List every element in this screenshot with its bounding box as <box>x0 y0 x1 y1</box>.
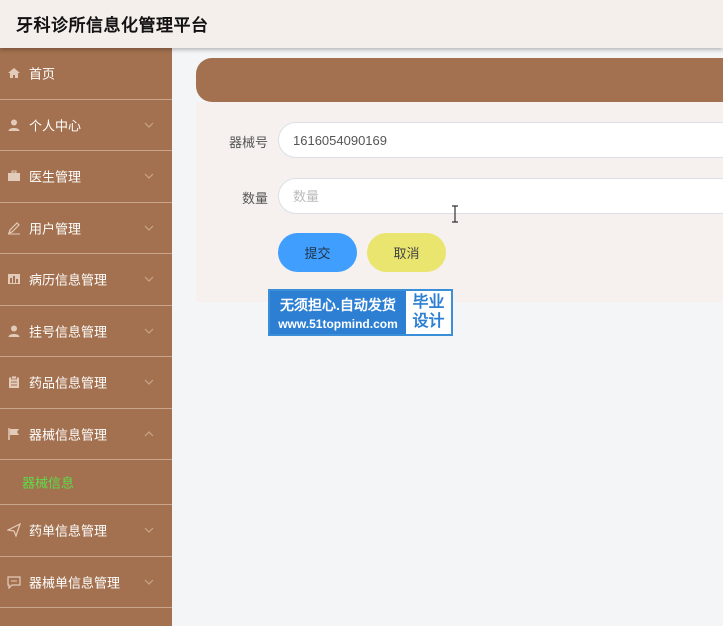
sidebar-item-label: 用户管理 <box>29 221 82 237</box>
submit-button[interactable]: 提交 <box>278 233 357 272</box>
equipment-number-label: 器械号 <box>228 135 268 150</box>
chevron-down-icon <box>144 225 154 231</box>
user-icon <box>8 325 20 337</box>
sidebar-item-personal-center[interactable]: 个人中心 <box>0 100 172 151</box>
cancel-button[interactable]: 取消 <box>367 233 446 272</box>
watermark-left: 无须担心.自动发货 www.51topmind.com <box>270 291 406 334</box>
clipboard-icon <box>9 375 19 389</box>
sidebar-item-label: 个人中心 <box>29 118 82 134</box>
sidebar-item-label: 器械信息管理 <box>29 427 108 443</box>
sidebar-item-medicine[interactable]: 药品信息管理 <box>0 357 172 409</box>
sidebar: 首页 个人中心 医生管理 用户管理 病历信息管理 挂号信息管理 药品信息管理 器… <box>0 48 172 626</box>
sidebar-item-home[interactable]: 首页 <box>0 48 172 100</box>
sidebar-item-label: 药单信息管理 <box>29 523 108 539</box>
sidebar-subitem-equipment-info[interactable]: 器械信息 <box>0 460 172 505</box>
watermark-badge: 无须担心.自动发货 www.51topmind.com 毕业 设计 <box>268 289 453 336</box>
chevron-down-icon <box>144 527 154 534</box>
chevron-down-icon <box>144 328 154 334</box>
chevron-down-icon <box>144 579 154 585</box>
text-cursor-icon <box>452 205 458 223</box>
home-icon <box>8 68 20 79</box>
sidebar-item-user-management[interactable]: 用户管理 <box>0 203 172 254</box>
chevron-down-icon <box>144 276 154 283</box>
sidebar-item-equipment[interactable]: 器械信息管理 <box>0 409 172 460</box>
briefcase-icon <box>8 170 20 182</box>
watermark-badge-line2: 设计 <box>412 313 445 330</box>
sidebar-item-label: 病历信息管理 <box>29 272 108 288</box>
chat-icon <box>7 576 21 589</box>
sidebar-item-registration[interactable]: 挂号信息管理 <box>0 306 172 357</box>
flag-icon <box>8 427 19 440</box>
watermark-badge-line1: 毕业 <box>412 294 445 311</box>
watermark-url: www.51topmind.com <box>278 317 398 331</box>
chevron-down-icon <box>144 122 154 128</box>
chevron-down-icon <box>144 173 154 180</box>
user-icon <box>8 119 20 131</box>
sidebar-item-label: 药品信息管理 <box>29 375 108 391</box>
app-title: 牙科诊所信息化管理平台 <box>16 16 209 35</box>
sidebar-item-medical-record[interactable]: 病历信息管理 <box>0 254 172 306</box>
sidebar-item-prescription[interactable]: 药单信息管理 <box>0 505 172 557</box>
quantity-input[interactable] <box>278 178 723 214</box>
sidebar-item-equipment-order[interactable]: 器械单信息管理 <box>0 557 172 608</box>
sidebar-subitem-label: 器械信息 <box>22 475 75 491</box>
send-icon <box>7 523 21 538</box>
breadcrumb-banner <box>196 58 723 102</box>
watermark-slogan: 无须担心.自动发货 <box>280 297 396 313</box>
sidebar-item-label: 首页 <box>29 66 56 82</box>
sidebar-item-label: 器械单信息管理 <box>29 575 121 591</box>
sidebar-item-doctor-management[interactable]: 医生管理 <box>0 151 172 203</box>
pen-icon <box>8 221 20 235</box>
watermark-badge-text: 毕业 设计 <box>406 291 451 334</box>
sidebar-item-label: 挂号信息管理 <box>29 324 108 340</box>
quantity-label: 数量 <box>241 191 268 206</box>
chevron-down-icon <box>144 379 154 386</box>
sidebar-item-label: 医生管理 <box>29 169 82 185</box>
chart-icon <box>8 274 20 285</box>
equipment-number-input[interactable] <box>278 122 723 158</box>
top-header: 牙科诊所信息化管理平台 <box>0 0 723 48</box>
chevron-up-icon <box>144 430 154 437</box>
